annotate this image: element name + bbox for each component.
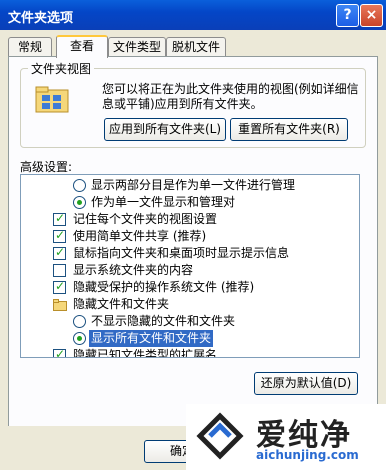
watermark-url: aichunjing.com [256, 448, 359, 462]
radio-checked[interactable] [73, 196, 86, 209]
window-title: 文件夹选项 [8, 11, 74, 26]
reset-all-folders-button[interactable]: 重置所有文件夹(R) [230, 118, 348, 141]
radio-unchecked[interactable] [73, 179, 86, 192]
folder-icon [53, 299, 67, 311]
checkbox-checked[interactable]: ✓ [53, 211, 66, 226]
close-button[interactable]: × [360, 4, 383, 27]
watermark-logo-icon [196, 412, 244, 460]
watermark: 爱纯净 aichunjing.com [186, 404, 386, 470]
checkbox-checked[interactable]: ✓ [53, 245, 66, 260]
radio-unchecked[interactable] [73, 315, 86, 328]
advanced-settings-label: 高级设置: [20, 160, 73, 174]
apply-to-all-folders-button[interactable]: 应用到所有文件夹(L) [104, 118, 226, 141]
folder-view-icon [35, 86, 69, 113]
radio-checked[interactable] [73, 332, 86, 345]
title-bar: 文件夹选项 ? × [0, 0, 386, 30]
help-icon: ? [343, 7, 352, 23]
tab-offline-files[interactable]: 脱机文件 [166, 37, 226, 56]
help-button[interactable]: ? [336, 4, 359, 27]
checkbox-checked[interactable]: ✓ [53, 228, 66, 243]
tab-file-types[interactable]: 文件类型 [108, 37, 166, 56]
checkbox-checked[interactable]: ✓ [53, 347, 66, 357]
close-icon: × [365, 7, 378, 23]
checkbox-unchecked[interactable] [53, 264, 66, 277]
tab-general[interactable]: 常规 [8, 37, 52, 56]
tab-view[interactable]: 查看 [56, 35, 108, 58]
folder-view-description: 您可以将正在为此文件夹使用的视图(例如详细信息或平铺)应用到所有文件夹。 [102, 82, 359, 111]
advanced-settings-list[interactable]: 显示两部分目是作为单一文件进行管理 作为单一文件显示和管理对 ✓ 记住每个文件夹… [20, 174, 360, 358]
folder-view-group-title: 文件夹视图 [28, 60, 95, 77]
checkbox-checked[interactable]: ✓ [53, 279, 66, 294]
vertical-scrollbar[interactable]: ▲ ▼ [359, 175, 360, 355]
restore-defaults-button[interactable]: 还原为默认值(D) [254, 372, 358, 395]
